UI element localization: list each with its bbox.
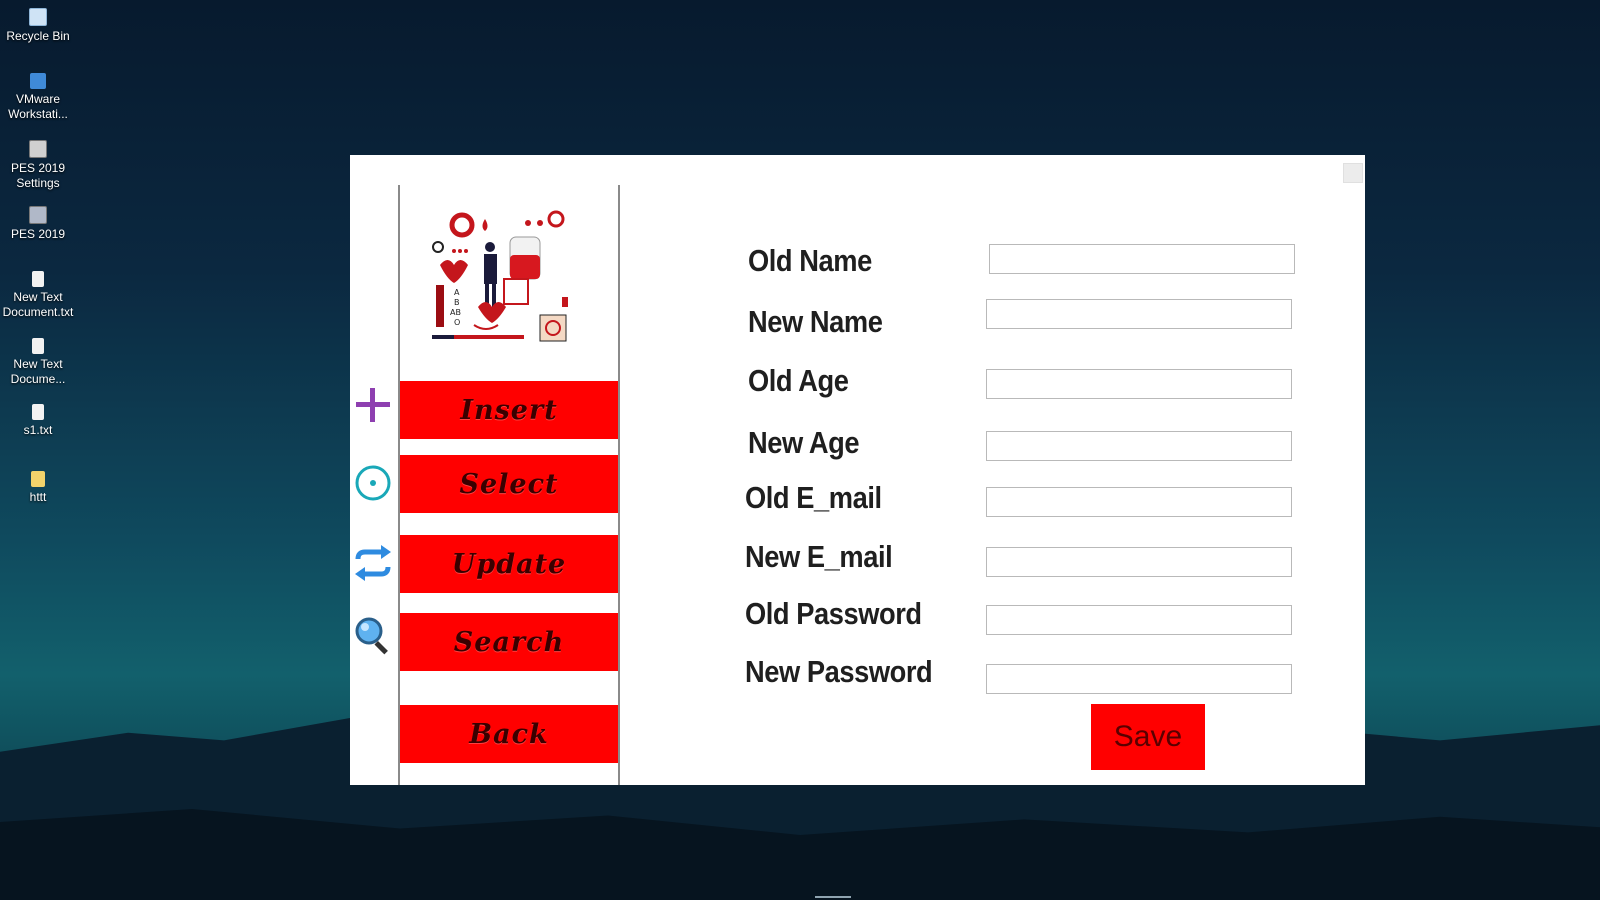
pes-settings-icon bbox=[29, 140, 47, 158]
svg-text:AB: AB bbox=[450, 308, 461, 317]
desktop-icon-s1-txt[interactable]: s1.txt bbox=[0, 404, 76, 438]
desktop-icon-label: VMware Workstati... bbox=[8, 92, 68, 121]
desktop-icon-label: New Text Docume... bbox=[10, 357, 66, 386]
old-name-label: Old Name bbox=[748, 243, 872, 278]
new-age-input[interactable] bbox=[986, 431, 1292, 461]
recycle-bin-icon bbox=[29, 8, 47, 26]
app-window: A B AB O Insert Select Update Search Bac… bbox=[350, 155, 1365, 785]
select-button[interactable]: Select bbox=[400, 455, 618, 513]
plus-icon bbox=[356, 388, 390, 422]
close-button[interactable] bbox=[1343, 163, 1363, 183]
old-email-input[interactable] bbox=[986, 487, 1292, 517]
search-button[interactable]: Search bbox=[400, 613, 618, 671]
pes-icon bbox=[29, 206, 47, 224]
new-name-input[interactable] bbox=[986, 299, 1292, 329]
refresh-icon bbox=[355, 545, 391, 581]
new-age-label: New Age bbox=[748, 425, 860, 460]
text-file-icon bbox=[32, 271, 44, 287]
new-password-label: New Password bbox=[745, 654, 933, 689]
svg-text:O: O bbox=[454, 318, 460, 327]
desktop-icon-label: New Text Document.txt bbox=[2, 290, 74, 319]
svg-text:A: A bbox=[454, 288, 460, 297]
desktop-icon-text-doc-1[interactable]: New Text Document.txt bbox=[0, 271, 76, 320]
desktop-icon-vmware[interactable]: VMware Workstati... bbox=[0, 73, 76, 122]
insert-button[interactable]: Insert bbox=[400, 381, 618, 439]
text-file-icon bbox=[32, 338, 44, 354]
text-file-icon bbox=[32, 404, 44, 420]
back-button[interactable]: Back bbox=[400, 705, 618, 763]
new-email-label: New E_mail bbox=[745, 539, 893, 574]
old-name-input[interactable] bbox=[989, 244, 1295, 274]
vmware-icon bbox=[30, 73, 46, 89]
magnifier-icon bbox=[355, 617, 388, 655]
desktop-icon-label: Recycle Bin bbox=[6, 29, 70, 43]
old-password-input[interactable] bbox=[986, 605, 1292, 635]
save-button[interactable]: Save bbox=[1091, 704, 1205, 770]
old-password-label: Old Password bbox=[745, 596, 922, 631]
new-name-label: New Name bbox=[748, 304, 883, 339]
folder-icon bbox=[31, 471, 45, 487]
new-email-input[interactable] bbox=[986, 547, 1292, 577]
target-icon bbox=[355, 465, 391, 501]
desktop-icon-recycle-bin[interactable]: Recycle Bin bbox=[0, 8, 76, 44]
desktop-icon-httt[interactable]: httt bbox=[0, 471, 76, 505]
taskbar-indicator bbox=[815, 896, 851, 898]
old-email-label: Old E_mail bbox=[745, 480, 882, 515]
svg-text:B: B bbox=[454, 298, 460, 307]
side-panel: A B AB O Insert Select Update Search Bac… bbox=[398, 185, 620, 785]
old-age-input[interactable] bbox=[986, 369, 1292, 399]
old-age-label: Old Age bbox=[748, 363, 849, 398]
desktop-icon-label: PES 2019 bbox=[10, 227, 66, 241]
desktop-icon-pes-settings[interactable]: PES 2019 Settings bbox=[0, 140, 76, 191]
desktop-icon-label: PES 2019 Settings bbox=[10, 161, 66, 190]
desktop-icon-text-doc-2[interactable]: New Text Docume... bbox=[0, 338, 76, 387]
blood-donation-logo: A B AB O bbox=[432, 210, 568, 342]
desktop-icon-label: httt bbox=[29, 490, 47, 504]
update-button[interactable]: Update bbox=[400, 535, 618, 593]
new-password-input[interactable] bbox=[986, 664, 1292, 694]
desktop-icon-label: s1.txt bbox=[23, 423, 53, 437]
desktop-icon-pes[interactable]: PES 2019 bbox=[0, 206, 76, 242]
